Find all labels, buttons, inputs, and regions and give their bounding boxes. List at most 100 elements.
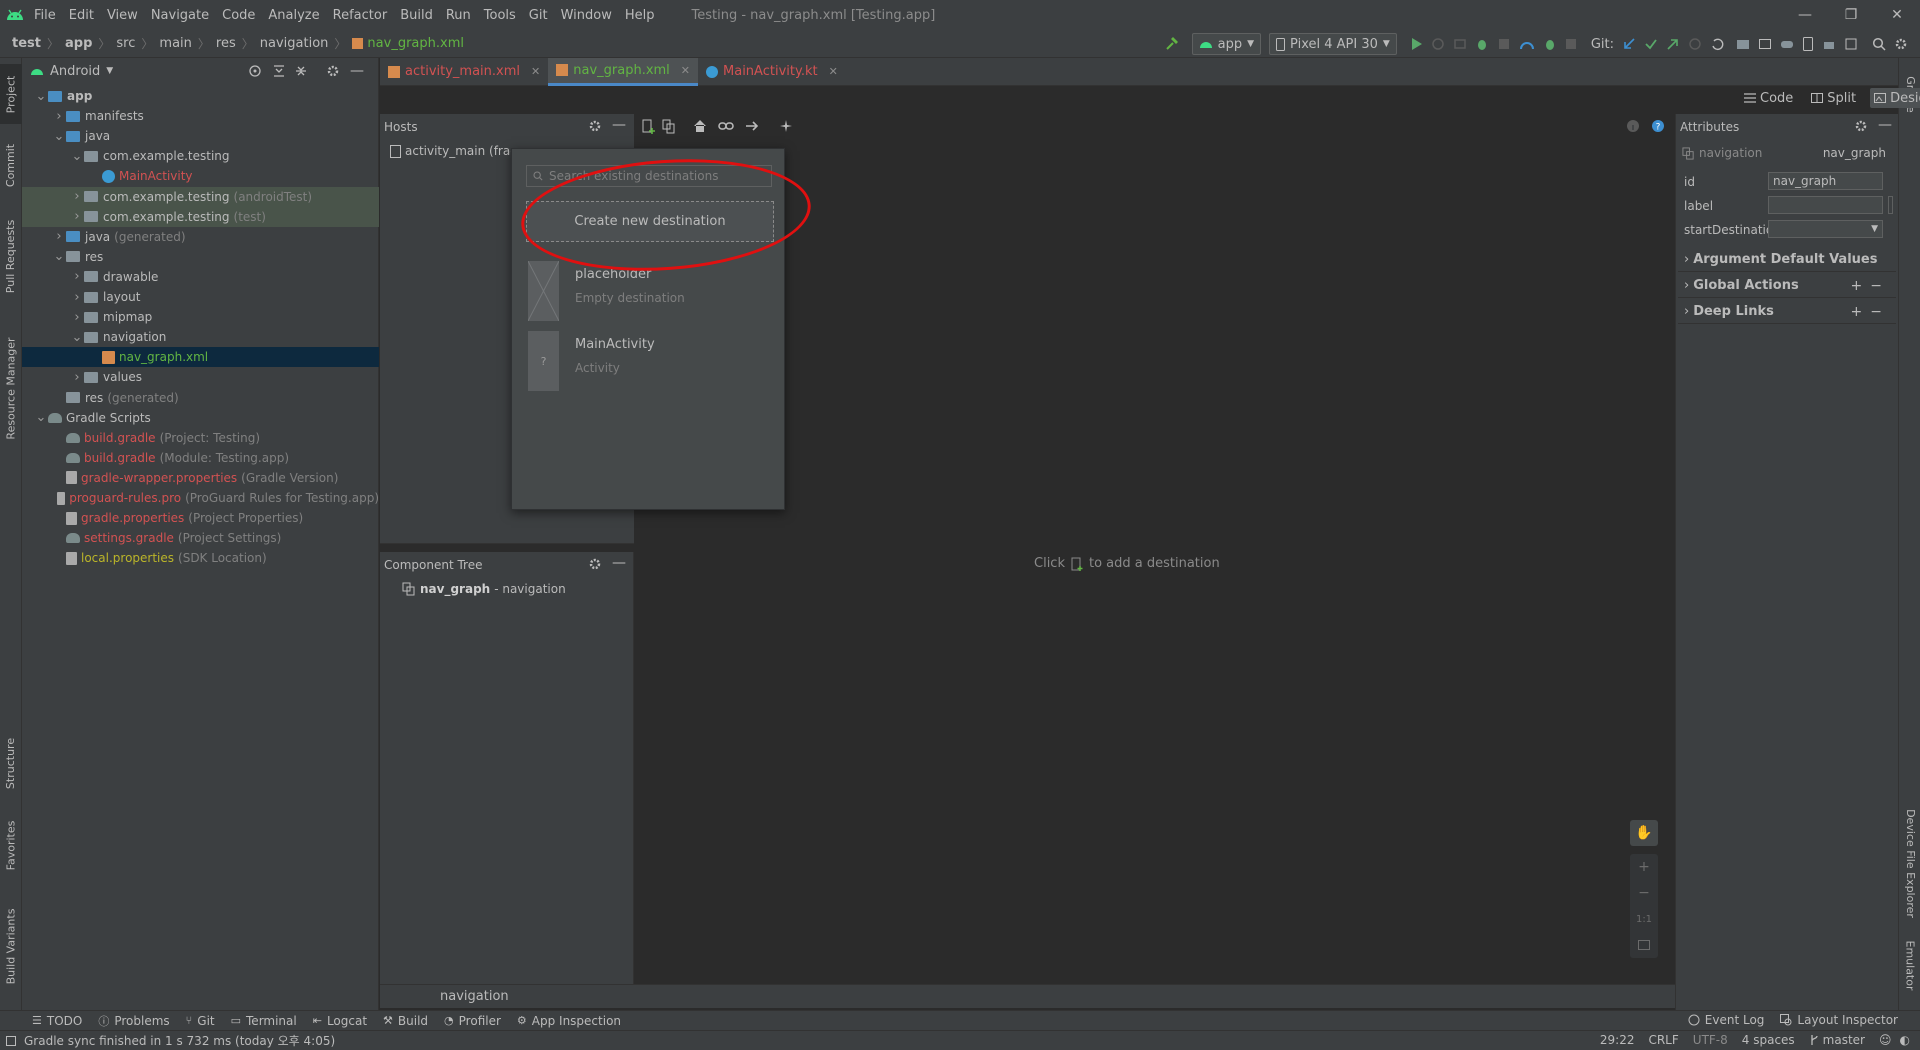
avd-manager-icon[interactable] [1802, 34, 1814, 54]
tree-item[interactable]: › drawable [22, 267, 379, 287]
label-resource-picker[interactable] [1888, 196, 1893, 214]
zoom-out-icon[interactable]: − [1630, 880, 1658, 906]
info-icon[interactable] [1626, 119, 1640, 133]
component-tree-root[interactable]: nav_graph - navigation [402, 582, 566, 596]
chevron-down-icon[interactable]: ⌄ [52, 249, 66, 264]
start-destination-select[interactable]: ▼ [1768, 220, 1883, 238]
tree-item[interactable]: › manifests [22, 106, 379, 126]
stop-icon[interactable] [1565, 34, 1577, 54]
memory-indicator-icon[interactable]: ◐ [1900, 1033, 1910, 1047]
nested-graph-icon[interactable] [662, 119, 676, 135]
chevron-right-icon[interactable]: › [70, 189, 84, 204]
home-icon[interactable] [693, 119, 707, 133]
indent-setting[interactable]: 4 spaces [1742, 1033, 1795, 1047]
tree-item[interactable]: settings.gradle (Project Settings) [22, 528, 379, 548]
tree-item[interactable]: ⌄ java [22, 126, 379, 146]
auto-arrange-icon[interactable] [779, 119, 793, 133]
close-tab-icon[interactable]: ✕ [531, 65, 540, 78]
tree-item[interactable]: build.gradle (Project: Testing) [22, 428, 379, 448]
add-action-icon[interactable] [745, 120, 759, 132]
navigation-breadcrumb[interactable]: navigation [440, 989, 509, 1004]
tool-tab-build[interactable]: ⚒ Build [383, 1014, 428, 1028]
tool-tab-profiler[interactable]: ◔ Profiler [444, 1014, 501, 1028]
tree-item[interactable]: proguard-rules.pro (ProGuard Rules for Te… [22, 488, 379, 508]
tree-item[interactable]: › com.example.testing (test) [22, 206, 379, 227]
menu-code[interactable]: Code [222, 8, 255, 23]
chevron-right-icon[interactable]: › [52, 229, 66, 244]
smiley-icon[interactable]: ☺ [1879, 1033, 1892, 1047]
section-global-actions[interactable]: › Global Actions +− [1678, 274, 1896, 298]
git-push-icon[interactable] [1666, 34, 1680, 54]
tree-item[interactable]: › layout [22, 287, 379, 307]
editor-tab[interactable]: MainActivity.kt ✕ [698, 58, 846, 86]
menu-tools[interactable]: Tools [484, 8, 516, 23]
breadcrumb-item[interactable]: test [12, 36, 41, 51]
component-tree-hide-icon[interactable]: — [612, 555, 626, 571]
tree-item[interactable]: gradle.properties (Project Properties) [22, 508, 379, 528]
tool-tab-build-variants[interactable]: Build Variants [0, 896, 22, 996]
tree-item[interactable]: › values [22, 367, 379, 387]
tree-item[interactable]: gradle-wrapper.properties (Gradle Version… [22, 468, 379, 488]
chevron-right-icon[interactable]: › [70, 269, 84, 284]
tree-item[interactable]: local.properties (SDK Location) [22, 548, 379, 568]
sdk-manager-icon[interactable] [1822, 34, 1836, 54]
status-message[interactable]: Gradle sync finished in 1 s 732 ms (toda… [24, 1032, 335, 1049]
chevron-right-icon[interactable]: › [52, 109, 66, 124]
section-argument-default-values[interactable]: › Argument Default Values [1678, 248, 1896, 272]
tree-item[interactable]: res (generated) [22, 388, 379, 408]
chevron-down-icon[interactable]: ⌄ [52, 129, 66, 144]
new-destination-icon[interactable] [642, 119, 656, 135]
section-deep-links[interactable]: › Deep Links +− [1678, 300, 1896, 324]
debug-icon[interactable] [1475, 34, 1489, 54]
close-tab-icon[interactable]: ✕ [681, 64, 690, 77]
panel-settings-icon[interactable] [326, 64, 340, 78]
tree-item[interactable]: › mipmap [22, 307, 379, 327]
zoom-in-icon[interactable]: + [1630, 854, 1658, 880]
editor-tab[interactable]: nav_graph.xml ✕ [548, 57, 699, 86]
git-commit-icon[interactable] [1644, 34, 1658, 54]
device-select[interactable]: Pixel 4 API 30 ▼ [1269, 33, 1397, 55]
menu-file[interactable]: File [34, 8, 56, 23]
tree-item[interactable]: ⌄ com.example.testing [22, 146, 379, 166]
tool-tab-layout-inspector[interactable]: Layout Inspector [1780, 1013, 1898, 1027]
tool-tab-structure[interactable]: Structure [0, 728, 22, 798]
tool-tab-app-inspection[interactable]: ⚙ App Inspection [517, 1014, 621, 1028]
restore-icon[interactable]: ❐ [1828, 0, 1874, 30]
editor-tab[interactable]: activity_main.xml ✕ [380, 58, 548, 86]
close-window-icon[interactable]: ✕ [1874, 0, 1920, 30]
add-remove-icon[interactable]: +− [1851, 304, 1890, 320]
tool-tab-resource-manager[interactable]: Resource Manager [0, 318, 22, 458]
menu-help[interactable]: Help [625, 8, 655, 23]
chevron-right-icon[interactable]: › [70, 209, 84, 224]
settings-icon[interactable] [1894, 34, 1908, 54]
history-icon[interactable] [1688, 34, 1702, 54]
chevron-down-icon[interactable]: ▼ [106, 66, 113, 76]
tool-tab-device-file-explorer[interactable]: Device File Explorer [1899, 798, 1920, 928]
tree-item[interactable]: ⌄ navigation [22, 327, 379, 347]
breadcrumb-item[interactable]: nav_graph.xml [367, 36, 464, 51]
menu-edit[interactable]: Edit [69, 8, 94, 23]
chevron-down-icon[interactable]: ⌄ [34, 89, 48, 104]
hosts-hide-icon[interactable]: — [612, 117, 626, 133]
zoom-to-fit-icon[interactable] [1630, 932, 1658, 958]
breadcrumb-item[interactable]: main [159, 36, 191, 51]
layout-icon[interactable] [1758, 34, 1772, 54]
chevron-right-icon[interactable]: › [70, 310, 84, 325]
sync-gradle-icon[interactable] [1780, 34, 1794, 54]
tool-tab-git[interactable]: ⑂ Git [186, 1014, 215, 1028]
chevron-down-icon[interactable]: ⌄ [34, 410, 48, 425]
tool-tab-pull-requests[interactable]: Pull Requests [0, 206, 22, 306]
caret-position[interactable]: 29:22 [1600, 1033, 1635, 1047]
add-remove-icon[interactable]: +− [1851, 278, 1890, 294]
project-structure-icon[interactable] [1736, 34, 1750, 54]
menu-refactor[interactable]: Refactor [333, 8, 388, 23]
tree-item[interactable]: nav_graph.xml [22, 347, 379, 368]
tree-item[interactable]: ⌄ app [22, 86, 379, 106]
split-view-button[interactable]: Split [1807, 88, 1860, 108]
label-field[interactable] [1768, 196, 1883, 214]
run-config-select[interactable]: app ▼ [1191, 33, 1262, 55]
deep-link-icon[interactable] [718, 120, 734, 132]
menu-run[interactable]: Run [446, 8, 471, 23]
rerun-icon[interactable] [1431, 34, 1445, 54]
rollback-icon[interactable] [1710, 34, 1724, 54]
